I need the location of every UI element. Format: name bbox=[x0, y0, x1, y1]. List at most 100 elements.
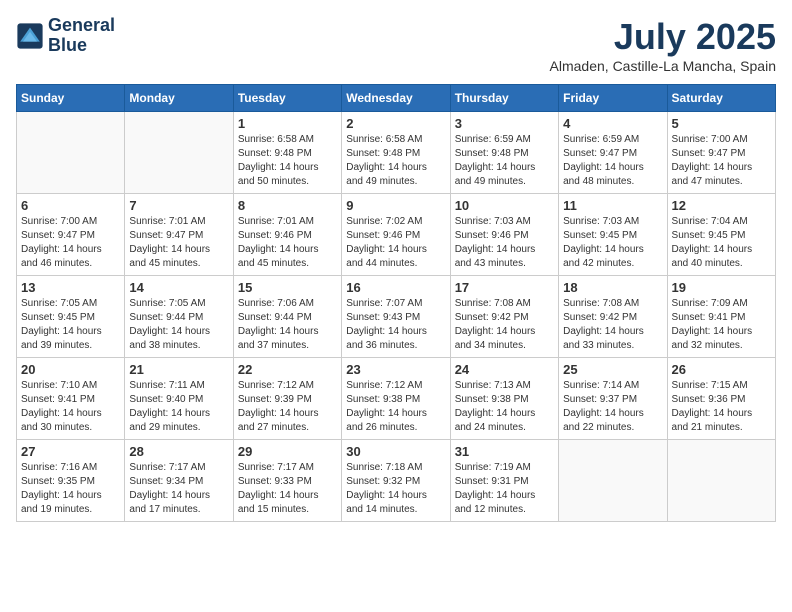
day-number: 20 bbox=[21, 362, 120, 377]
calendar-week-row: 13 Sunrise: 7:05 AM Sunset: 9:45 PM Dayli… bbox=[17, 276, 776, 358]
day-number: 23 bbox=[346, 362, 445, 377]
day-number: 11 bbox=[563, 198, 662, 213]
day-number: 26 bbox=[672, 362, 771, 377]
day-number: 29 bbox=[238, 444, 337, 459]
calendar-cell: 31Sunrise: 7:19 AM Sunset: 9:31 PM Dayli… bbox=[450, 440, 558, 522]
calendar-cell: 23 Sunrise: 7:12 AM Sunset: 9:38 PM Dayli… bbox=[342, 358, 450, 440]
logo: General Blue bbox=[16, 16, 115, 56]
day-info: Sunrise: 7:08 AM Sunset: 9:42 PM Dayligh… bbox=[563, 297, 662, 353]
calendar-cell: 21 Sunrise: 7:11 AM Sunset: 9:40 PM Dayli… bbox=[125, 358, 233, 440]
month-title: July 2025 bbox=[550, 16, 776, 58]
calendar-week-row: 6 Sunrise: 7:00 AM Sunset: 9:47 PM Daylig… bbox=[17, 194, 776, 276]
day-number: 16 bbox=[346, 280, 445, 295]
day-header: Monday bbox=[125, 85, 233, 112]
calendar-cell: 17Sunrise: 7:08 AM Sunset: 9:42 PM Dayli… bbox=[450, 276, 558, 358]
calendar-cell: 30Sunrise: 7:18 AM Sunset: 9:32 PM Dayli… bbox=[342, 440, 450, 522]
day-header: Friday bbox=[559, 85, 667, 112]
calendar-cell: 9 Sunrise: 7:02 AM Sunset: 9:46 PM Daylig… bbox=[342, 194, 450, 276]
calendar-cell: 20 Sunrise: 7:10 AM Sunset: 9:41 PM Dayli… bbox=[17, 358, 125, 440]
day-info: Sunrise: 7:19 AM Sunset: 9:31 PM Dayligh… bbox=[455, 461, 554, 517]
day-info: Sunrise: 7:14 AM Sunset: 9:37 PM Dayligh… bbox=[563, 379, 662, 435]
day-number: 27 bbox=[21, 444, 120, 459]
calendar-cell: 2 Sunrise: 6:58 AM Sunset: 9:48 PM Daylig… bbox=[342, 112, 450, 194]
day-info: Sunrise: 7:00 AM Sunset: 9:47 PM Dayligh… bbox=[21, 215, 120, 271]
logo-text: General Blue bbox=[48, 16, 115, 56]
day-number: 6 bbox=[21, 198, 120, 213]
day-info: Sunrise: 6:58 AM Sunset: 9:48 PM Dayligh… bbox=[346, 133, 445, 189]
day-info: Sunrise: 7:12 AM Sunset: 9:38 PM Dayligh… bbox=[346, 379, 445, 435]
day-number: 5 bbox=[672, 116, 771, 131]
day-info: Sunrise: 6:58 AM Sunset: 9:48 PM Dayligh… bbox=[238, 133, 337, 189]
calendar-cell: 28Sunrise: 7:17 AM Sunset: 9:34 PM Dayli… bbox=[125, 440, 233, 522]
day-info: Sunrise: 7:06 AM Sunset: 9:44 PM Dayligh… bbox=[238, 297, 337, 353]
day-info: Sunrise: 7:17 AM Sunset: 9:33 PM Dayligh… bbox=[238, 461, 337, 517]
day-number: 4 bbox=[563, 116, 662, 131]
calendar-cell: 29 Sunrise: 7:17 AM Sunset: 9:33 PM Dayli… bbox=[233, 440, 341, 522]
day-number: 19 bbox=[672, 280, 771, 295]
day-info: Sunrise: 7:01 AM Sunset: 9:47 PM Dayligh… bbox=[129, 215, 228, 271]
day-info: Sunrise: 7:11 AM Sunset: 9:40 PM Dayligh… bbox=[129, 379, 228, 435]
day-info: Sunrise: 7:09 AM Sunset: 9:41 PM Dayligh… bbox=[672, 297, 771, 353]
day-number: 18 bbox=[563, 280, 662, 295]
logo-icon bbox=[16, 22, 44, 50]
calendar-cell: 22 Sunrise: 7:12 AM Sunset: 9:39 PM Dayli… bbox=[233, 358, 341, 440]
calendar-cell: 25Sunrise: 7:14 AM Sunset: 9:37 PM Dayli… bbox=[559, 358, 667, 440]
day-info: Sunrise: 7:00 AM Sunset: 9:47 PM Dayligh… bbox=[672, 133, 771, 189]
day-header: Tuesday bbox=[233, 85, 341, 112]
calendar-cell bbox=[17, 112, 125, 194]
day-number: 7 bbox=[129, 198, 228, 213]
day-info: Sunrise: 7:05 AM Sunset: 9:44 PM Dayligh… bbox=[129, 297, 228, 353]
day-number: 2 bbox=[346, 116, 445, 131]
day-info: Sunrise: 7:12 AM Sunset: 9:39 PM Dayligh… bbox=[238, 379, 337, 435]
day-info: Sunrise: 7:02 AM Sunset: 9:46 PM Dayligh… bbox=[346, 215, 445, 271]
calendar-cell: 14 Sunrise: 7:05 AM Sunset: 9:44 PM Dayli… bbox=[125, 276, 233, 358]
day-info: Sunrise: 7:01 AM Sunset: 9:46 PM Dayligh… bbox=[238, 215, 337, 271]
calendar-cell: 4 Sunrise: 6:59 AM Sunset: 9:47 PM Daylig… bbox=[559, 112, 667, 194]
location: Almaden, Castille-La Mancha, Spain bbox=[550, 58, 776, 74]
calendar-cell: 12Sunrise: 7:04 AM Sunset: 9:45 PM Dayli… bbox=[667, 194, 775, 276]
day-info: Sunrise: 7:13 AM Sunset: 9:38 PM Dayligh… bbox=[455, 379, 554, 435]
calendar-cell: 13 Sunrise: 7:05 AM Sunset: 9:45 PM Dayli… bbox=[17, 276, 125, 358]
day-number: 17 bbox=[455, 280, 554, 295]
day-info: Sunrise: 7:15 AM Sunset: 9:36 PM Dayligh… bbox=[672, 379, 771, 435]
calendar-cell: 3 Sunrise: 6:59 AM Sunset: 9:48 PM Daylig… bbox=[450, 112, 558, 194]
day-header: Saturday bbox=[667, 85, 775, 112]
calendar-cell: 7 Sunrise: 7:01 AM Sunset: 9:47 PM Daylig… bbox=[125, 194, 233, 276]
day-info: Sunrise: 7:10 AM Sunset: 9:41 PM Dayligh… bbox=[21, 379, 120, 435]
day-info: Sunrise: 7:17 AM Sunset: 9:34 PM Dayligh… bbox=[129, 461, 228, 517]
day-number: 8 bbox=[238, 198, 337, 213]
day-info: Sunrise: 6:59 AM Sunset: 9:48 PM Dayligh… bbox=[455, 133, 554, 189]
day-header: Sunday bbox=[17, 85, 125, 112]
calendar-cell: 16Sunrise: 7:07 AM Sunset: 9:43 PM Dayli… bbox=[342, 276, 450, 358]
day-number: 1 bbox=[238, 116, 337, 131]
calendar-cell: 8 Sunrise: 7:01 AM Sunset: 9:46 PM Daylig… bbox=[233, 194, 341, 276]
day-number: 3 bbox=[455, 116, 554, 131]
day-number: 10 bbox=[455, 198, 554, 213]
title-block: July 2025 Almaden, Castille-La Mancha, S… bbox=[550, 16, 776, 74]
page-header: General Blue July 2025 Almaden, Castille… bbox=[16, 16, 776, 74]
day-number: 12 bbox=[672, 198, 771, 213]
day-number: 22 bbox=[238, 362, 337, 377]
calendar-cell: 26 Sunrise: 7:15 AM Sunset: 9:36 PM Dayli… bbox=[667, 358, 775, 440]
calendar-cell bbox=[667, 440, 775, 522]
calendar-cell bbox=[125, 112, 233, 194]
day-number: 14 bbox=[129, 280, 228, 295]
calendar-cell bbox=[559, 440, 667, 522]
day-number: 24 bbox=[455, 362, 554, 377]
calendar-cell: 27Sunrise: 7:16 AM Sunset: 9:35 PM Dayli… bbox=[17, 440, 125, 522]
calendar-cell: 10Sunrise: 7:03 AM Sunset: 9:46 PM Dayli… bbox=[450, 194, 558, 276]
calendar-cell: 1 Sunrise: 6:58 AM Sunset: 9:48 PM Daylig… bbox=[233, 112, 341, 194]
day-number: 30 bbox=[346, 444, 445, 459]
calendar-week-row: 27Sunrise: 7:16 AM Sunset: 9:35 PM Dayli… bbox=[17, 440, 776, 522]
day-info: Sunrise: 6:59 AM Sunset: 9:47 PM Dayligh… bbox=[563, 133, 662, 189]
calendar-cell: 18 Sunrise: 7:08 AM Sunset: 9:42 PM Dayli… bbox=[559, 276, 667, 358]
day-number: 15 bbox=[238, 280, 337, 295]
day-info: Sunrise: 7:05 AM Sunset: 9:45 PM Dayligh… bbox=[21, 297, 120, 353]
day-number: 21 bbox=[129, 362, 228, 377]
day-number: 13 bbox=[21, 280, 120, 295]
calendar-cell: 5 Sunrise: 7:00 AM Sunset: 9:47 PM Daylig… bbox=[667, 112, 775, 194]
day-number: 9 bbox=[346, 198, 445, 213]
day-info: Sunrise: 7:03 AM Sunset: 9:45 PM Dayligh… bbox=[563, 215, 662, 271]
calendar-cell: 19 Sunrise: 7:09 AM Sunset: 9:41 PM Dayli… bbox=[667, 276, 775, 358]
day-header: Wednesday bbox=[342, 85, 450, 112]
